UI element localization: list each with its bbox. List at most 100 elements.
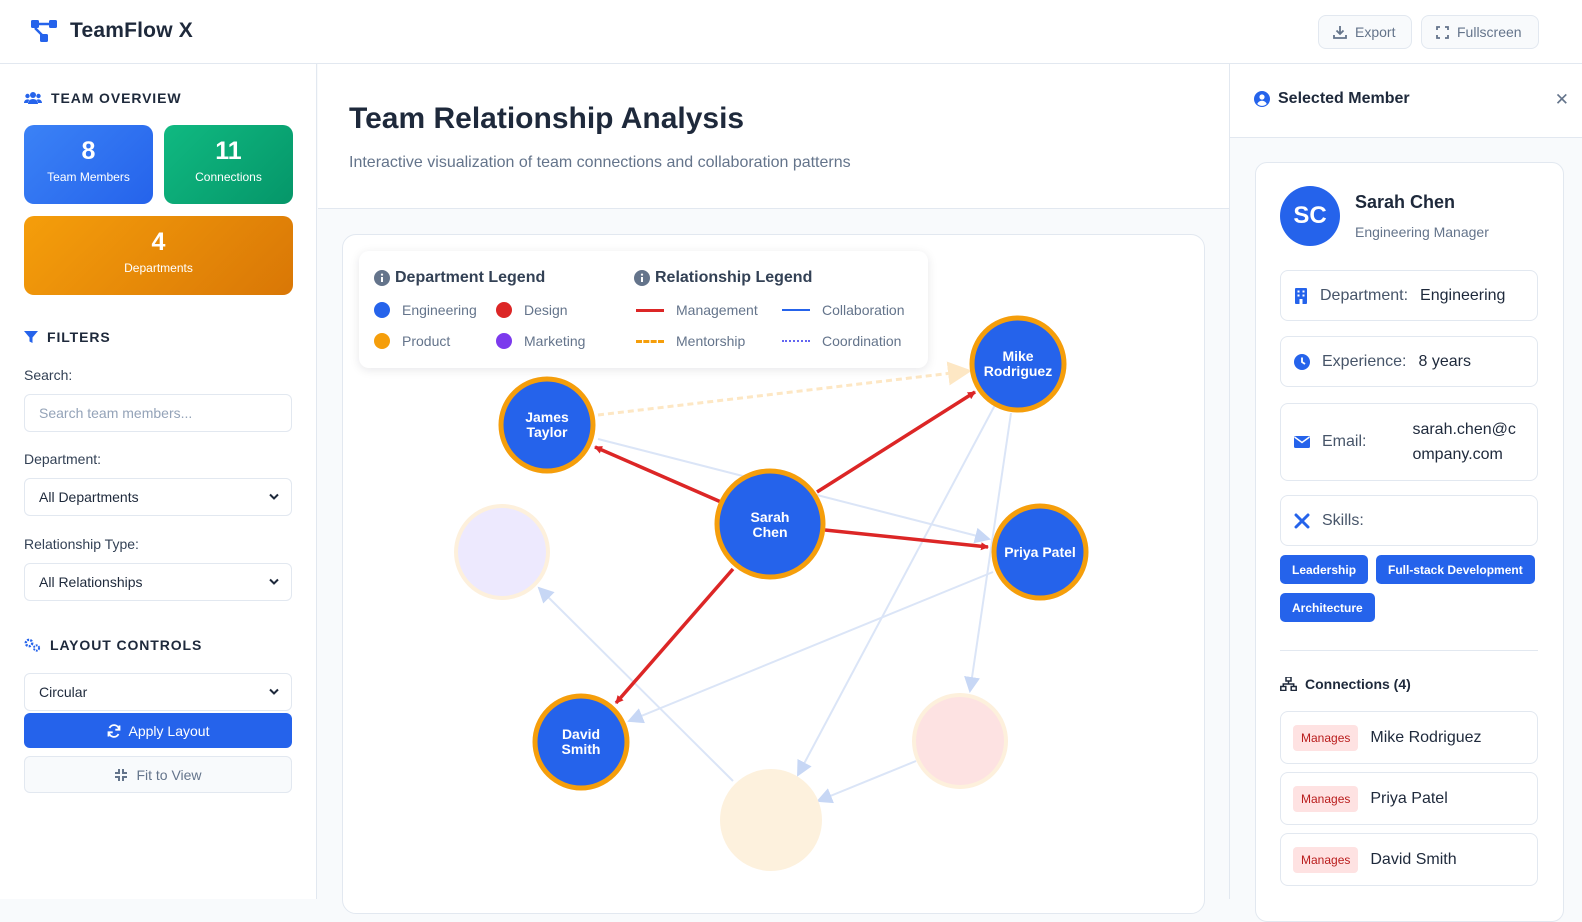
relationship-badge: Manages <box>1293 724 1359 751</box>
mentorship-line <box>636 339 664 343</box>
search-input[interactable]: Search team members... <box>24 394 292 432</box>
fullscreen-button[interactable]: Fullscreen <box>1421 15 1539 49</box>
legend-engineering: Engineering <box>374 302 477 318</box>
node-priya-line1: Priya Patel <box>1004 544 1076 560</box>
details-panel-header: Selected Member ✕ <box>1230 64 1582 138</box>
edge-sarah-david <box>614 567 735 705</box>
users-icon <box>24 92 42 104</box>
sitemap-icon <box>1280 677 1297 691</box>
chevron-down-icon <box>269 493 279 500</box>
relationship-select[interactable]: All Relationships <box>24 563 292 601</box>
refresh-icon <box>107 723 120 738</box>
skill-badge: Full-stack Development <box>1376 555 1535 584</box>
node-sarah-line1: Sarah <box>751 509 790 525</box>
legend-coordination: Coordination <box>782 333 901 349</box>
node-design[interactable] <box>912 693 1008 789</box>
node-mike-line2: Rodriguez <box>984 363 1052 379</box>
connection-item[interactable]: Manages David Smith <box>1280 833 1538 886</box>
search-label: Search: <box>24 367 73 383</box>
filters-heading: FILTERS <box>24 329 111 345</box>
top-bar: TeamFlow X Export Fullscreen <box>0 0 1582 64</box>
layout-controls-heading: LAYOUT CONTROLS <box>24 637 202 653</box>
connection-item[interactable]: Manages Priya Patel <box>1280 772 1538 825</box>
edge-sarah-mike <box>816 390 976 494</box>
edge-james-mike-mentorship <box>597 361 972 417</box>
details-panel: Selected Member ✕ SC Sarah Chen Engineer… <box>1229 64 1582 922</box>
node-david-line2: Smith <box>562 741 601 757</box>
expand-icon <box>1436 25 1449 39</box>
marketing-dot <box>496 333 512 349</box>
divider <box>1280 650 1538 651</box>
avatar: SC <box>1280 186 1340 246</box>
layout-select[interactable]: Circular <box>24 673 292 711</box>
experience-info: Experience: 8 years <box>1280 336 1538 387</box>
department-legend-title: Department Legend <box>374 269 545 287</box>
team-overview-heading: TEAM OVERVIEW <box>24 90 181 106</box>
node-marketing[interactable] <box>454 504 550 600</box>
edge-design-product <box>816 760 917 804</box>
experience-value: 8 years <box>1418 352 1471 370</box>
coordination-line <box>782 340 810 342</box>
tools-icon <box>1294 513 1310 528</box>
stat-team-members: 8 Team Members <box>24 125 153 204</box>
node-james[interactable]: James Taylor <box>498 376 596 474</box>
legend-product: Product <box>374 333 450 349</box>
brand: TeamFlow X <box>30 18 193 44</box>
node-james-line2: Taylor <box>527 424 569 440</box>
clock-icon <box>1294 353 1310 370</box>
department-value: Engineering <box>1420 286 1506 304</box>
relationship-label: Relationship Type: <box>24 536 139 552</box>
main-header: Team Relationship Analysis Interactive v… <box>318 64 1229 209</box>
member-role: Engineering Manager <box>1355 224 1489 240</box>
download-icon <box>1333 26 1347 39</box>
app-title: TeamFlow X <box>70 19 193 42</box>
department-select[interactable]: All Departments <box>24 478 292 516</box>
email-value[interactable]: sarah.chen@c ompany.com <box>1412 417 1515 467</box>
skills-info: Skills: <box>1280 495 1538 546</box>
network-logo-icon <box>31 20 57 42</box>
node-priya[interactable]: Priya Patel <box>991 503 1089 601</box>
cogs-icon <box>24 638 41 652</box>
info-icon <box>374 270 390 286</box>
compress-icon <box>115 768 128 781</box>
product-dot <box>374 333 390 349</box>
management-line <box>636 308 664 312</box>
node-sarah[interactable]: Sarah Chen <box>714 468 826 580</box>
legend-mentorship: Mentorship <box>636 333 745 349</box>
envelope-icon <box>1294 436 1310 448</box>
node-sarah-line2: Chen <box>753 524 788 540</box>
skill-badge: Architecture <box>1280 593 1375 622</box>
node-product[interactable] <box>720 769 822 871</box>
node-david[interactable]: David Smith <box>532 693 630 791</box>
stat-connections: 11 Connections <box>164 125 293 204</box>
stat-departments: 4 Departments <box>24 216 293 295</box>
page-subtitle: Interactive visualization of team connec… <box>349 154 851 171</box>
close-icon[interactable]: ✕ <box>1555 90 1569 110</box>
connection-name: Priya Patel <box>1370 789 1448 807</box>
node-mike[interactable]: Mike Rodriguez <box>969 315 1067 413</box>
connections-heading: Connections (4) <box>1280 676 1411 692</box>
legend-design: Design <box>496 302 568 318</box>
node-mike-line1: Mike <box>1002 348 1033 364</box>
relationship-badge: Manages <box>1293 846 1359 873</box>
info-icon <box>634 270 650 286</box>
relationship-badge: Manages <box>1293 785 1359 812</box>
user-circle-icon <box>1254 91 1270 107</box>
engineering-dot <box>374 302 390 318</box>
network-graph-card: Sarah Chen Mike Rodriguez James Taylor P… <box>342 234 1205 914</box>
email-info: Email: sarah.chen@c ompany.com <box>1280 403 1538 481</box>
node-james-line1: James <box>525 409 569 425</box>
chevron-down-icon <box>269 578 279 585</box>
design-dot <box>496 302 512 318</box>
legend-collaboration: Collaboration <box>782 302 905 318</box>
department-info: Department: Engineering <box>1280 270 1538 321</box>
apply-layout-button[interactable]: Apply Layout <box>24 713 292 748</box>
export-label: Export <box>1355 24 1396 40</box>
collaboration-line <box>782 309 810 311</box>
connection-name: David Smith <box>1370 850 1457 868</box>
fit-to-view-button[interactable]: Fit to View <box>24 756 292 793</box>
page-title: Team Relationship Analysis <box>349 102 745 135</box>
connection-item[interactable]: Manages Mike Rodriguez <box>1280 711 1538 764</box>
skill-badge: Leadership <box>1280 555 1369 584</box>
export-button[interactable]: Export <box>1318 15 1412 49</box>
